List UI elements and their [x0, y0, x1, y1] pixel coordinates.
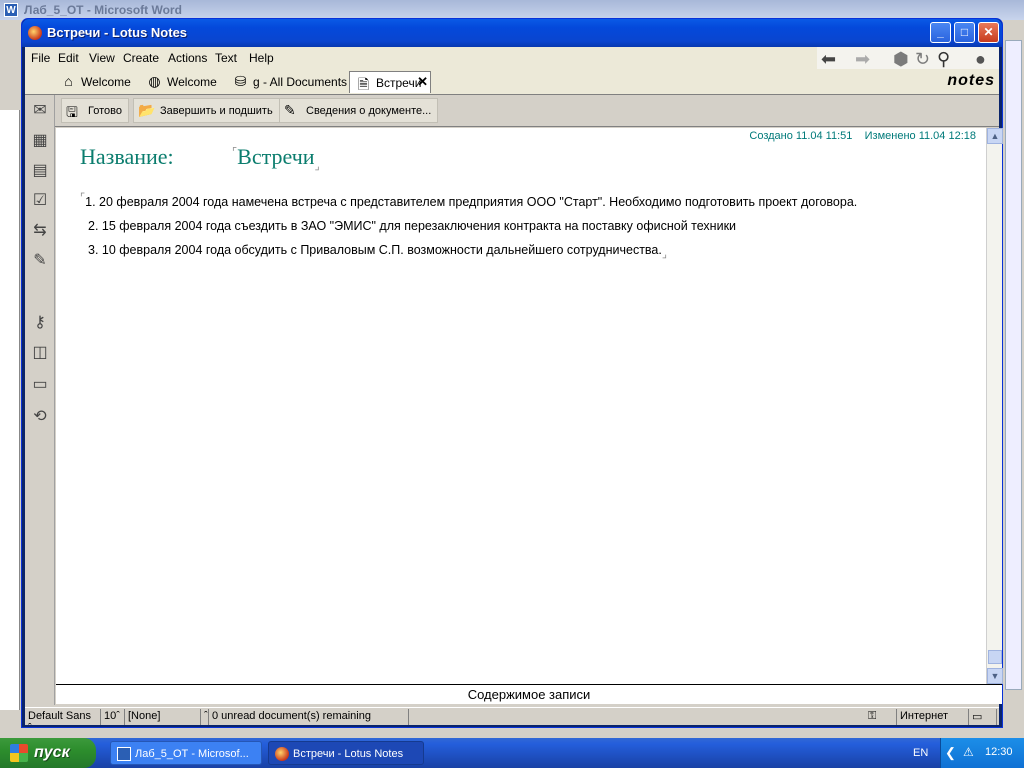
scroll-up-icon[interactable]: ▲ — [987, 128, 1003, 144]
menu-file[interactable]: File — [31, 51, 50, 65]
language-indicator[interactable]: EN — [913, 747, 928, 759]
created-timestamp: Создано 11.04 11:51 — [749, 130, 853, 142]
scroll-thumb[interactable] — [988, 650, 1002, 664]
word-icon: W — [4, 3, 18, 17]
inbox-icon[interactable]: ▭ — [969, 709, 997, 725]
menu-help[interactable]: Help — [249, 51, 274, 65]
tab-welcome-home[interactable]: ⌂ Welcome — [55, 71, 137, 93]
stop-icon[interactable]: ⬢ — [893, 49, 909, 70]
database-icon: ⛁ — [234, 73, 247, 89]
scroll-down-icon[interactable]: ▼ — [987, 668, 1003, 684]
location-selector[interactable]: Интернет — [897, 709, 969, 725]
title-field-label: Название: — [80, 144, 174, 169]
tools-icon[interactable]: ✎ — [28, 249, 52, 273]
file-folder-icon: 📂 — [138, 102, 156, 118]
search-icon[interactable]: ⚲ — [937, 49, 950, 70]
forward-arrow-icon[interactable]: ➡ — [855, 49, 870, 70]
menu-create[interactable]: Create — [123, 51, 159, 65]
font-selector[interactable]: Default Sans ˆ — [25, 709, 101, 734]
maximize-button[interactable]: □ — [954, 22, 975, 43]
bookmark-bar: ✉ ▦ ▤ ☑ ⇆ ✎ ⚷ ◫ ▭ ⟲ — [25, 95, 55, 705]
menu-view[interactable]: View — [89, 51, 115, 65]
status-bar: Default Sans ˆ 10ˆ [None] ˆ 0 unread doc… — [25, 707, 999, 734]
document-meta: Создано 11.04 11:51 Изменено 11.04 12:18 — [749, 130, 976, 142]
start-button[interactable]: пуск — [0, 738, 96, 768]
tab-close-icon[interactable]: ✕ — [417, 74, 428, 90]
vertical-ruler — [0, 110, 20, 710]
taskbar: пуск Лаб_5_ОТ - Microsof... Встречи - Lo… — [0, 738, 1024, 768]
menu-bar: File Edit View Create Actions Text Help … — [25, 47, 999, 71]
history-icon[interactable]: ⟲ — [28, 405, 52, 429]
body-field[interactable]: ⌜1. 20 февраля 2004 года намечена встреч… — [80, 186, 857, 267]
calendar-icon[interactable]: ▦ — [28, 129, 52, 153]
document-icon: 🗎 — [357, 76, 370, 92]
chevron-up-icon[interactable]: ˆ — [201, 709, 209, 725]
vertical-scrollbar[interactable]: ▲ ▼ — [986, 128, 1003, 684]
document-info-button[interactable]: ✎ Сведения о документе... — [279, 98, 439, 123]
status-message: 0 unread document(s) remaining — [209, 709, 409, 725]
document-area: Создано 11.04 11:51 Изменено 11.04 12:18… — [56, 128, 986, 684]
paragraph-style-selector[interactable]: [None] — [125, 709, 201, 725]
background-window-title[interactable]: W Лаб_5_ОТ - Microsoft Word — [0, 0, 1024, 20]
window-frame: File Edit View Create Actions Text Help … — [25, 47, 1003, 734]
edit-info-icon: ✎ — [284, 102, 296, 118]
refresh-icon[interactable]: ↻ — [915, 49, 930, 70]
modified-timestamp: Изменено 11.04 12:18 — [864, 130, 976, 142]
folder-icon[interactable]: ▭ — [28, 373, 52, 397]
finish-and-file-button[interactable]: 📂 Завершить и подшить — [133, 98, 280, 123]
window-titlebar[interactable]: Встречи - Lotus Notes _ □ ✕ — [22, 19, 1002, 47]
globe-icon[interactable]: ● — [975, 49, 986, 70]
field-title-bar: Содержимое записи — [56, 684, 1002, 704]
databases-icon[interactable]: ◫ — [28, 341, 52, 365]
save-icon: 🖫 — [66, 104, 78, 120]
action-bar: 🖫 Готово 📂 Завершить и подшить ✎ Сведени… — [55, 95, 999, 127]
back-arrow-icon[interactable]: ⬅ — [821, 49, 836, 70]
network-icon[interactable]: ⚠ — [963, 745, 974, 759]
navigation-toolbar: ⬅ ➡ ⬢ ↻ ⚲ ● — [817, 47, 999, 71]
lotus-notes-icon — [275, 747, 289, 761]
tab-meetings[interactable]: 🗎 Встречи ✕ — [349, 71, 431, 93]
lotus-notes-window: Встречи - Lotus Notes _ □ ✕ File Edit Vi… — [21, 18, 1003, 734]
list-item: 2. 15 февраля 2004 года съездить в ЗАО "… — [88, 219, 737, 234]
todo-icon[interactable]: ☑ — [28, 189, 52, 213]
show-hidden-icons-icon[interactable]: ❮ — [945, 745, 956, 761]
task-word[interactable]: Лаб_5_ОТ - Microsof... — [110, 741, 262, 765]
windows-logo-icon — [10, 744, 28, 762]
background-scrollbar[interactable] — [1005, 40, 1022, 690]
close-button[interactable]: ✕ — [978, 22, 999, 43]
tab-welcome-web[interactable]: ◍ Welcome — [141, 71, 223, 93]
list-item: ⌜1. 20 февраля 2004 года намечена встреч… — [80, 192, 858, 210]
tab-all-documents[interactable]: ⛁ g - All Documents — [227, 71, 353, 93]
window-title: Встречи - Lotus Notes — [47, 25, 188, 40]
title-field[interactable]: ⌜Встречи⌟ — [232, 144, 320, 172]
replicator-icon[interactable]: ⇆ — [28, 219, 52, 243]
font-size-selector[interactable]: 10ˆ — [101, 709, 125, 725]
key-icon[interactable]: ⚿ — [865, 709, 897, 725]
minimize-button[interactable]: _ — [930, 22, 951, 43]
globe-icon: ◍ — [148, 73, 161, 89]
task-lotus-notes[interactable]: Встречи - Lotus Notes — [268, 741, 424, 765]
save-button[interactable]: 🖫 Готово — [61, 98, 129, 123]
lotus-notes-icon — [28, 26, 42, 40]
system-tray: ❮ ⚠ 12:30 — [940, 738, 1024, 768]
menu-edit[interactable]: Edit — [58, 51, 79, 65]
menu-text[interactable]: Text — [215, 51, 237, 65]
word-icon — [117, 747, 131, 761]
notes-logo: notes — [947, 72, 995, 89]
list-item: 3. 10 февраля 2004 года обсудить с Прива… — [88, 243, 668, 261]
menu-actions[interactable]: Actions — [168, 51, 207, 65]
favorites-icon[interactable]: ⚷ — [28, 311, 52, 335]
address-book-icon[interactable]: ▤ — [28, 159, 52, 183]
home-icon: ⌂ — [64, 73, 73, 89]
mail-icon[interactable]: ✉ — [28, 99, 52, 123]
clock[interactable]: 12:30 — [985, 746, 1013, 758]
window-tab-bar: ⌂ Welcome ◍ Welcome ⛁ g - All Documents … — [25, 69, 999, 95]
